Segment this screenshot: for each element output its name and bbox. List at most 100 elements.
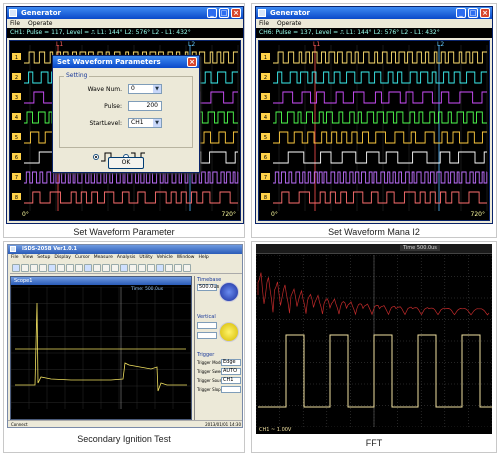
channel-number: 4 bbox=[264, 115, 267, 121]
start-level-value: CH1 bbox=[131, 119, 144, 126]
toolbar-button[interactable] bbox=[21, 264, 29, 272]
trigger-sweep-select[interactable]: AUTO bbox=[221, 368, 241, 375]
menu-cursor[interactable]: Cursor bbox=[75, 255, 90, 260]
volts-knob[interactable] bbox=[219, 322, 239, 342]
menu-window[interactable]: Window bbox=[177, 255, 195, 260]
menu-file[interactable]: File bbox=[259, 20, 269, 27]
menu-operate[interactable]: Operate bbox=[28, 20, 52, 27]
dialog-close-button[interactable]: × bbox=[187, 57, 197, 67]
menu-bar: File View Setup Display Cursor Measure Analysi… bbox=[8, 254, 242, 262]
toolbar-button[interactable] bbox=[39, 264, 47, 272]
menu-operate[interactable]: Operate bbox=[277, 20, 301, 27]
cursor-l2-label[interactable]: L2 bbox=[437, 40, 444, 50]
timebase-select[interactable]: 500.0us bbox=[197, 284, 219, 291]
toolbar-button[interactable] bbox=[147, 264, 155, 272]
menu-measure[interactable]: Measure bbox=[94, 255, 113, 260]
menu-setup[interactable]: Setup bbox=[37, 255, 50, 260]
chevron-down-icon[interactable]: ▼ bbox=[153, 85, 161, 93]
window-titlebar[interactable]: ISDS-205B Ver1.0.1 bbox=[8, 245, 242, 254]
waveform-canvas: 1 2 3 4 5 6 7 8 bbox=[261, 45, 488, 211]
channel-number: 1 bbox=[15, 55, 18, 61]
set-waveform-dialog: Set Waveform Parameters × Setting Wave N… bbox=[52, 55, 200, 173]
menu-help[interactable]: Help bbox=[198, 255, 208, 260]
caption-fft: FFT bbox=[365, 438, 383, 448]
maximize-button[interactable]: □ bbox=[219, 8, 229, 18]
timebase-label: Timebase bbox=[197, 277, 222, 283]
trigger-slope-label: Trigger Slope bbox=[197, 387, 224, 392]
cursor-l2-label[interactable]: L2 bbox=[188, 40, 195, 50]
inner-title: Scope1 bbox=[14, 278, 33, 284]
rising-edge-radio[interactable] bbox=[93, 154, 99, 160]
status-bar: Connect 2013/01/01 14:30 bbox=[8, 420, 242, 427]
setting-group-label: Setting bbox=[64, 72, 90, 79]
toolbar-button[interactable] bbox=[174, 264, 182, 272]
window-titlebar[interactable]: Generator _ □ × bbox=[7, 7, 243, 19]
trigger-mode-value: Edge bbox=[223, 359, 236, 365]
dialog-titlebar[interactable]: Set Waveform Parameters × bbox=[53, 56, 199, 68]
menu-file[interactable]: File bbox=[10, 20, 20, 27]
minimize-button[interactable]: _ bbox=[207, 8, 217, 18]
coupling-select[interactable] bbox=[197, 332, 217, 339]
trigger-source-select[interactable]: CH1 bbox=[221, 377, 241, 384]
menu-vehicle[interactable]: Vehicle bbox=[157, 255, 173, 260]
toolbar-button[interactable] bbox=[93, 264, 101, 272]
trigger-source-value: CH1 bbox=[223, 377, 234, 383]
minimize-button[interactable]: _ bbox=[456, 8, 466, 18]
menu-analysis[interactable]: Analysis bbox=[117, 255, 136, 260]
toolbar-button[interactable] bbox=[102, 264, 110, 272]
maximize-button[interactable]: □ bbox=[468, 8, 478, 18]
caption-set-waveform-mana: Set Waveform Mana I2 bbox=[328, 227, 420, 237]
volts-select[interactable] bbox=[197, 322, 217, 329]
trigger-sweep-value: AUTO bbox=[223, 368, 238, 374]
ok-button[interactable]: OK bbox=[108, 157, 144, 169]
window-title: Generator bbox=[270, 9, 311, 17]
toolbar-button[interactable] bbox=[75, 264, 83, 272]
toolbar-button[interactable] bbox=[12, 264, 20, 272]
cursor-l1-label[interactable]: L1 bbox=[56, 40, 63, 50]
fft-trace bbox=[257, 272, 490, 316]
fft-topbar: Time 500.0us bbox=[256, 244, 492, 254]
toolbar-button[interactable] bbox=[138, 264, 146, 272]
scope-app-window: ISDS-205B Ver1.0.1 File View Setup Display C… bbox=[7, 244, 243, 428]
toolbar-button[interactable] bbox=[129, 264, 137, 272]
trigger-slope-select[interactable] bbox=[221, 386, 241, 393]
menu-bar: File Operate bbox=[7, 19, 243, 28]
toolbar-button[interactable] bbox=[183, 264, 191, 272]
menu-file[interactable]: File bbox=[11, 255, 19, 260]
toolbar-button[interactable] bbox=[66, 264, 74, 272]
toolbar bbox=[10, 263, 242, 274]
wave-num-label: Wave Num. bbox=[87, 86, 122, 93]
toolbar-button[interactable] bbox=[156, 264, 164, 272]
cursor-l1-label[interactable]: L1 bbox=[313, 40, 320, 50]
vertical-label: Vertical bbox=[197, 314, 216, 320]
start-level-select[interactable]: CH1 ▼ bbox=[128, 118, 162, 128]
window-titlebar[interactable]: Generator _ □ × bbox=[256, 7, 492, 19]
channel-number: 3 bbox=[264, 95, 267, 101]
toolbar-button[interactable] bbox=[111, 264, 119, 272]
axis-end-label: 720° bbox=[221, 211, 236, 218]
trigger-mode-select[interactable]: Edge bbox=[221, 359, 241, 366]
status-readout: CH1: Pulse = 117, Level = ⎍ L1: 144° L2:… bbox=[7, 28, 243, 38]
menu-utility[interactable]: Utility bbox=[139, 255, 152, 260]
toolbar-button[interactable] bbox=[48, 264, 56, 272]
toolbar-button[interactable] bbox=[165, 264, 173, 272]
close-button[interactable]: × bbox=[231, 8, 241, 18]
channel-number: 2 bbox=[15, 75, 18, 81]
window-title: Generator bbox=[21, 9, 62, 17]
chevron-down-icon[interactable]: ▼ bbox=[153, 119, 161, 127]
close-button[interactable]: × bbox=[480, 8, 490, 18]
pulse-value: 200 bbox=[146, 102, 158, 109]
dialog-title: Set Waveform Parameters bbox=[57, 58, 161, 66]
timebase-knob[interactable] bbox=[219, 282, 239, 302]
menu-view[interactable]: View bbox=[23, 255, 34, 260]
toolbar-button[interactable] bbox=[84, 264, 92, 272]
app-icon bbox=[258, 9, 266, 17]
pulse-input[interactable]: 200 bbox=[128, 101, 162, 111]
time-label: Time 500.0us bbox=[400, 245, 440, 251]
toolbar-button[interactable] bbox=[30, 264, 38, 272]
toolbar-button[interactable] bbox=[57, 264, 65, 272]
menu-display[interactable]: Display bbox=[54, 255, 71, 260]
wave-num-select[interactable]: 0 ▼ bbox=[128, 84, 162, 94]
toolbar-button[interactable] bbox=[120, 264, 128, 272]
inner-titlebar[interactable]: Scope1 bbox=[11, 277, 191, 285]
